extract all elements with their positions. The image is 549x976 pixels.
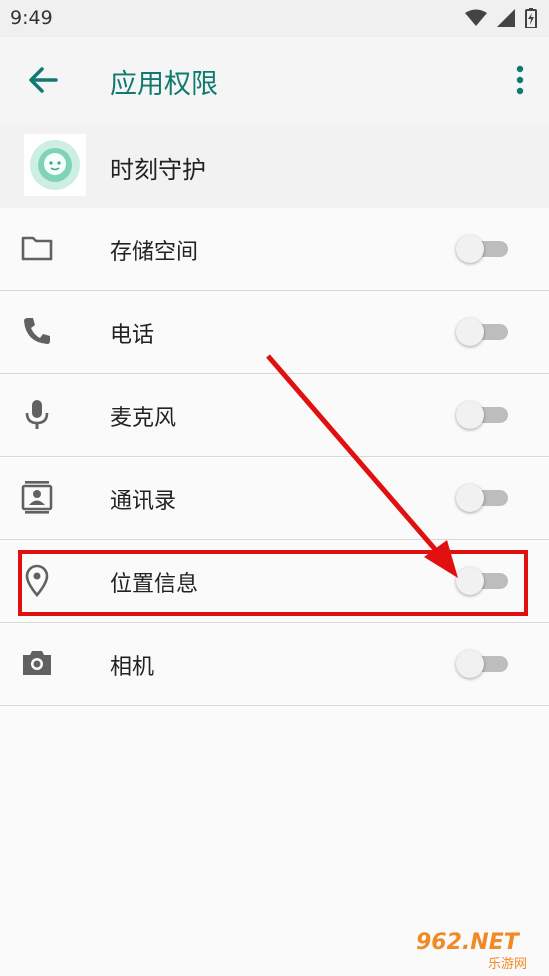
permission-label: 存储空间: [110, 240, 199, 265]
permission-list: 存储空间 电话 麦克风 通讯录 位置信息 相机: [0, 208, 549, 706]
permission-row-phone[interactable]: 电话: [0, 291, 549, 374]
permission-toggle[interactable]: [456, 650, 508, 678]
watermark-subtext: 乐游网: [488, 957, 528, 972]
permission-row-contacts[interactable]: 通讯录: [0, 457, 549, 540]
page-title: 应用权限: [110, 69, 218, 100]
phone-icon: [24, 318, 50, 344]
permission-toggle[interactable]: [456, 235, 508, 263]
watermark-logo: 962.NET: [416, 930, 519, 955]
permission-row-storage[interactable]: 存储空间: [0, 208, 549, 291]
permission-toggle[interactable]: [456, 484, 508, 512]
app-icon: [24, 134, 86, 196]
toggle-thumb: [456, 484, 484, 512]
permission-row-microphone[interactable]: 麦克风: [0, 374, 549, 457]
status-bar: 9:49: [0, 0, 549, 37]
toggle-thumb: [456, 401, 484, 429]
permission-row-camera[interactable]: 相机: [0, 623, 549, 706]
highlight-box: [18, 550, 528, 616]
permission-toggle[interactable]: [456, 318, 508, 346]
folder-icon: [21, 236, 53, 261]
toggle-thumb: [456, 235, 484, 263]
permission-label: 相机: [110, 655, 155, 680]
camera-icon: [23, 651, 51, 675]
battery-icon: [525, 8, 537, 28]
status-icons: [465, 8, 537, 28]
status-time: 9:49: [10, 7, 53, 29]
permission-label: 电话: [110, 323, 155, 348]
toggle-thumb: [456, 318, 484, 346]
app-logo-icon: [30, 140, 80, 190]
signal-icon: [497, 9, 515, 27]
app-bar: 应用权限: [0, 37, 549, 123]
permission-toggle[interactable]: [456, 401, 508, 429]
permission-label: 通讯录: [110, 489, 177, 514]
toggle-thumb: [456, 650, 484, 678]
app-header-row: 时刻守护: [0, 123, 549, 208]
contacts-icon: [21, 481, 53, 514]
microphone-icon: [25, 400, 49, 429]
app-name: 时刻守护: [110, 156, 206, 184]
more-vert-icon[interactable]: [513, 65, 527, 95]
permission-label: 麦克风: [110, 406, 177, 431]
arrow-back-icon[interactable]: [26, 63, 60, 97]
wifi-icon: [465, 9, 487, 26]
